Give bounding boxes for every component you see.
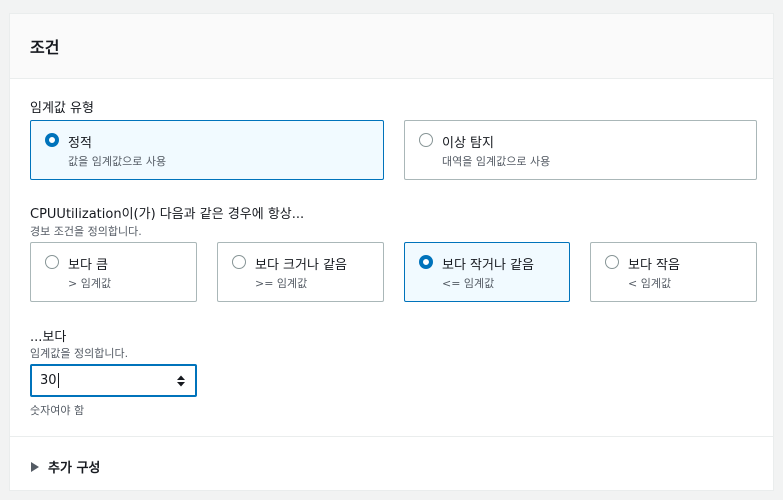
spinner-icon[interactable] — [176, 374, 186, 388]
radio-anomaly[interactable] — [419, 133, 433, 147]
tile-subtitle: 대역을 임계값으로 사용 — [442, 155, 551, 168]
condition-label: CPUUtilization이(가) 다음과 같은 경우에 항상... — [30, 207, 305, 222]
threshold-type-label: 임계값 유형 — [30, 101, 94, 116]
tile-title: 보다 큼 — [68, 258, 109, 273]
tile-title: 정적 — [68, 136, 92, 151]
tile-subtitle: >= 임계값 — [255, 277, 308, 290]
conditions-panel: 조건 임계값 유형 정적 값을 임계값으로 사용 이상 탐지 대역을 임계값으로… — [9, 13, 774, 491]
tile-title: 이상 탐지 — [442, 136, 494, 151]
condition-description: 경보 조건을 정의합니다. — [30, 225, 142, 238]
threshold-input[interactable]: 30 — [30, 364, 197, 397]
radio-greater-equal[interactable] — [232, 255, 246, 269]
radio-less-equal[interactable] — [419, 255, 433, 269]
tile-title: 보다 작음 — [628, 258, 680, 273]
radio-greater[interactable] — [45, 255, 59, 269]
additional-config-label: 추가 구성 — [48, 461, 101, 476]
condition-less-equal-tile[interactable]: 보다 작거나 같음 <= 임계값 — [404, 242, 570, 302]
tile-title: 보다 작거나 같음 — [442, 258, 534, 273]
tile-subtitle: < 임계값 — [628, 277, 672, 290]
panel-header: 조건 — [10, 14, 773, 79]
threshold-label: ...보다 — [30, 330, 67, 345]
tile-subtitle: <= 임계값 — [442, 277, 495, 290]
radio-less[interactable] — [605, 255, 619, 269]
threshold-type-static-tile[interactable]: 정적 값을 임계값으로 사용 — [30, 120, 384, 180]
radio-static[interactable] — [45, 133, 59, 147]
threshold-description: 임계값을 정의합니다. — [30, 347, 129, 360]
condition-greater-equal-tile[interactable]: 보다 크거나 같음 >= 임계값 — [217, 242, 384, 302]
condition-greater-tile[interactable]: 보다 큼 > 임계값 — [30, 242, 197, 302]
divider — [10, 436, 773, 437]
threshold-input-value: 30 — [40, 373, 59, 388]
threshold-hint: 숫자여야 함 — [30, 404, 85, 417]
tile-subtitle: 값을 임계값으로 사용 — [68, 155, 167, 168]
tile-title: 보다 크거나 같음 — [255, 258, 347, 273]
caret-right-icon — [31, 461, 39, 472]
condition-less-tile[interactable]: 보다 작음 < 임계값 — [590, 242, 757, 302]
panel-title: 조건 — [30, 38, 60, 57]
additional-config-toggle[interactable]: 추가 구성 — [31, 457, 100, 476]
tile-subtitle: > 임계값 — [68, 277, 112, 290]
threshold-type-anomaly-tile[interactable]: 이상 탐지 대역을 임계값으로 사용 — [404, 120, 757, 180]
